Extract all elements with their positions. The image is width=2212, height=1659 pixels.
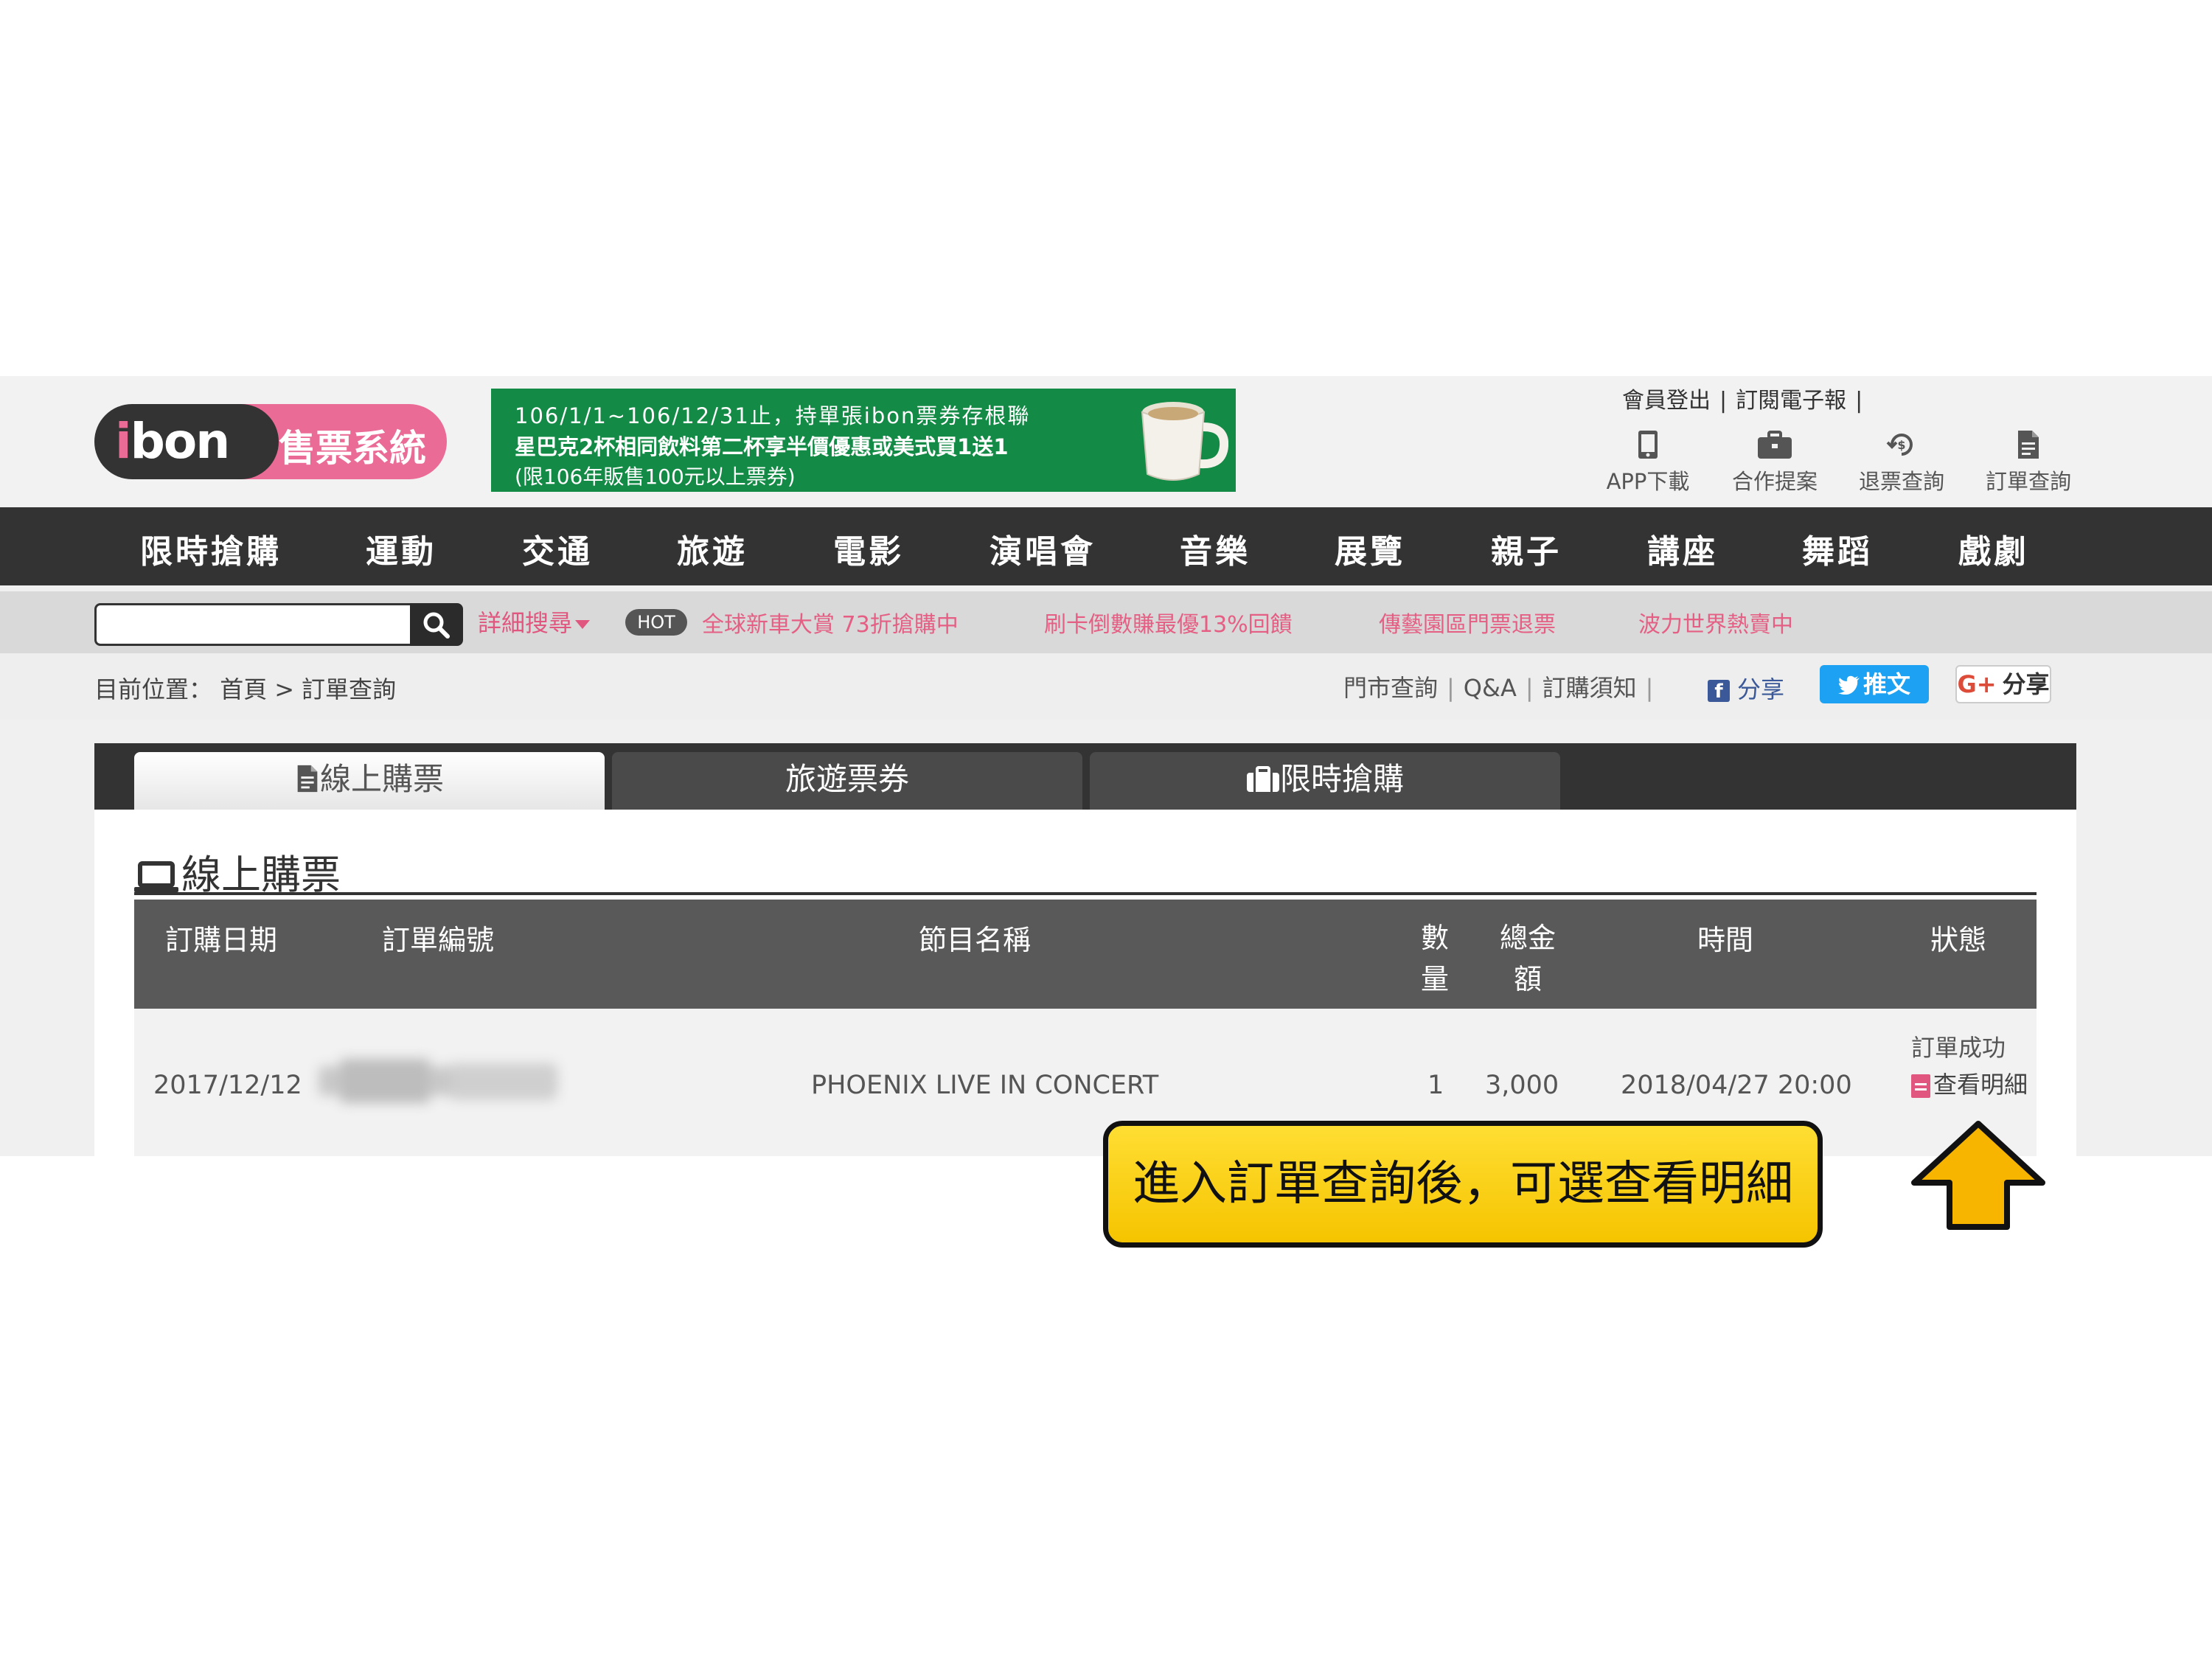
breadcrumb-current: 訂單查詢 [302,675,397,703]
breadcrumb-row: 目前位置： 首頁 > 訂單查詢 門市查詢 | Q&A | 訂購須知 | f 分享 推文 G+ 分享 [0,653,2212,720]
logo-brand: ibon [115,413,230,470]
cell-time: 2018/04/27 20:00 [1621,1071,1852,1100]
search-icon [423,612,450,639]
coffee-mug-icon [1141,402,1228,481]
breadcrumb-prefix: 目前位置： [94,675,213,703]
document-icon [1911,1074,1930,1098]
icon-links: APP下載 合作提案 $ 退票查詢 訂單查詢 [1593,429,2094,503]
svg-text:$: $ [1897,438,1905,452]
cell-order-date: 2017/12/12 [153,1071,302,1100]
nav-item[interactable]: 舞蹈 [1802,525,1873,572]
twitter-tweet-button[interactable]: 推文 [1820,665,1929,703]
nav-item[interactable]: 展覽 [1335,525,1405,572]
nav-item[interactable]: 講座 [1647,525,1718,572]
newsletter-link[interactable]: 訂閱電子報 [1736,382,1846,414]
up-arrow-icon [1911,1121,2045,1230]
section-title: 線上購票 [134,842,2037,898]
col-program-name: 節目名稱 [919,924,1032,956]
promo-link[interactable]: 刷卡倒數賺最優13%回饋 [1044,606,1293,639]
instruction-callout: 進入訂單查詢後，可選查看明細 [1103,1121,1823,1248]
tab-flash-sale[interactable]: 限時搶購 [1090,752,1560,810]
document-icon [297,765,318,793]
col-time: 時間 [1697,924,1754,956]
screenshot-area: ibon 售票系統 106/1/1~106/12/31止，持單張ibon票券存根… [0,376,2212,1156]
top-links: 會員登出 | 訂閱電子報 | [1622,382,1871,414]
qa-link[interactable]: Q&A [1464,674,1517,702]
tab-travel-tickets[interactable]: 旅遊票券 [612,752,1082,810]
twitter-bird-icon [1837,675,1860,695]
suitcase-icon [1246,766,1279,792]
ibon-logo[interactable]: ibon 售票系統 [94,404,447,479]
chevron-down-icon [575,620,591,629]
breadcrumb-home[interactable]: 首頁 [220,675,267,703]
tab-online-tickets[interactable]: 線上購票 [134,752,605,810]
view-detail-link[interactable]: 查看明細 [1911,1066,2037,1103]
nav-item[interactable]: 戲劇 [1958,525,2029,572]
app-download-link[interactable]: APP下載 [1593,429,1703,495]
col-order-date: 訂購日期 [165,924,278,956]
banner-line-1: 106/1/1~106/12/31止，持單張ibon票券存根聯 [515,403,1031,428]
chevron-right-icon: > [274,675,295,703]
promo-link[interactable]: 傳藝園區門票退票 [1379,606,1556,639]
logo-subtitle: 售票系統 [279,427,426,470]
col-status: 狀態 [1930,924,1987,956]
document-icon [2018,431,2039,459]
tab-bar: 線上購票 旅遊票券 限時搶購 [94,743,2076,810]
cell-status: 訂單成功 查看明細 [1911,1029,2037,1103]
refund-query-link[interactable]: $ 退票查詢 [1846,429,1957,495]
promo-banner[interactable]: 106/1/1~106/12/31止，持單張ibon票券存根聯 星巴克2杯相同飲… [491,389,1236,492]
nav-item[interactable]: 運動 [366,525,437,572]
hot-badge: HOT [625,609,687,636]
promo-link[interactable]: 全球新車大賞 73折搶購中 [702,606,959,639]
mobile-icon [1638,431,1658,459]
status-text: 訂單成功 [1911,1034,2006,1062]
store-query-link[interactable]: 門市查詢 [1343,674,1438,702]
cell-program-name[interactable]: PHOENIX LIVE IN CONCERT [811,1071,1158,1100]
nav-item[interactable]: 限時搶購 [140,525,282,572]
order-query-link[interactable]: 訂單查詢 [1973,429,2084,495]
col-total-amount: 總金 額 [1499,922,1556,995]
search-bar: 詳細搜尋 HOT 全球新車大賞 73折搶購中 刷卡倒數賺最優13%回饋 傳藝園區… [0,591,2212,653]
content-panel: 線上購票 旅遊票券 限時搶購 線上購票 訂購日期 訂單編號 節目名稱 數 量 總… [94,743,2076,1156]
banner-line-2: 星巴克2杯相同飲料第二杯享半價優惠或美式買1送1 [515,434,1009,459]
col-quantity: 數 量 [1420,922,1449,995]
google-plus-icon: G+ [1957,670,1997,698]
col-order-number: 訂單編號 [382,924,495,956]
refund-icon: $ [1886,434,1913,456]
nav-item[interactable]: 演唱會 [990,525,1096,572]
nav-item[interactable]: 交通 [522,525,593,572]
breadcrumb: 目前位置： 首頁 > 訂單查詢 [94,671,396,705]
promo-link[interactable]: 波力世界熱賣中 [1638,606,1793,639]
search-button[interactable] [410,603,463,646]
partnership-link[interactable]: 合作提案 [1719,429,1830,495]
nav-item[interactable]: 音樂 [1180,525,1251,572]
laptop-icon [134,861,178,893]
redacted-order-number [319,1059,557,1103]
facebook-icon: f [1708,680,1730,703]
category-nav: 限時搶購 運動 交通 旅遊 電影 演唱會 音樂 展覽 親子 講座 舞蹈 戲劇 [0,507,2212,585]
advanced-search-toggle[interactable]: 詳細搜尋 [478,605,591,639]
facebook-share-button[interactable]: f 分享 [1708,671,1784,705]
banner-line-3: (限106年販售100元以上票券) [515,465,796,489]
nav-item[interactable]: 親子 [1491,525,1562,572]
table-header: 訂購日期 訂單編號 節目名稱 數 量 總金 額 時間 狀態 [134,900,2037,1009]
cell-total-amount: 3,000 [1485,1071,1559,1100]
nav-item[interactable]: 電影 [833,525,904,572]
cell-quantity: 1 [1427,1071,1444,1100]
google-plus-share-button[interactable]: G+ 分享 [1955,665,2051,703]
nav-item[interactable]: 旅遊 [677,525,748,572]
site-header: ibon 售票系統 106/1/1~106/12/31止，持單張ibon票券存根… [0,376,2212,507]
purchase-notice-link[interactable]: 訂購須知 [1543,674,1637,702]
briefcase-icon [1758,431,1792,459]
search-input[interactable] [94,603,413,646]
site-links: 門市查詢 | Q&A | 訂購須知 | [1343,674,1654,702]
logout-link[interactable]: 會員登出 [1622,382,1711,414]
